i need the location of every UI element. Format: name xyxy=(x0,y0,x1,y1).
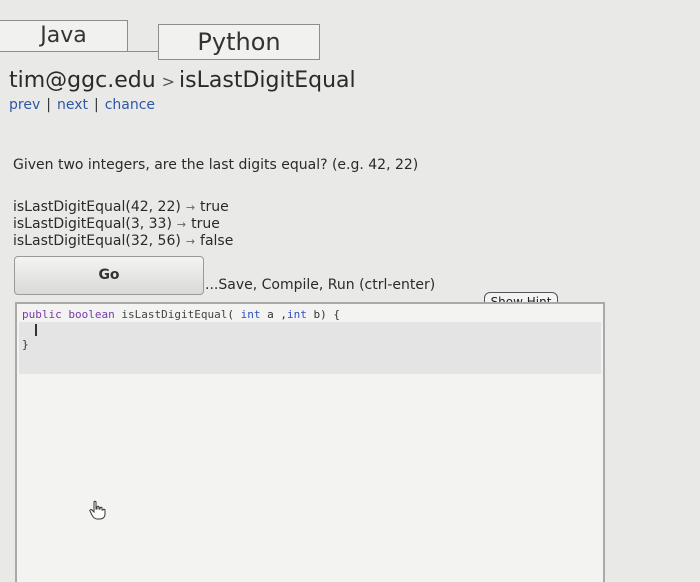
example-result: false xyxy=(200,233,234,249)
problem-description: Given two integers, are the last digits … xyxy=(13,157,419,173)
run-hint-text: ...Save, Compile, Run (ctrl-enter) xyxy=(205,277,436,293)
hand-pointer-icon xyxy=(89,500,106,520)
open-paren: ( xyxy=(227,308,234,321)
arrow-icon: → xyxy=(176,218,187,231)
tab-java[interactable]: Java xyxy=(0,20,128,52)
method-name: isLastDigitEqual xyxy=(121,308,228,321)
param-type-2: int xyxy=(286,308,307,321)
go-button[interactable]: Go xyxy=(14,256,204,295)
param-type-1: int xyxy=(240,308,261,321)
page-title: isLastDigitEqual xyxy=(179,68,356,93)
example-call: isLastDigitEqual(42, 22) xyxy=(13,199,181,215)
language-tabs: Java Python xyxy=(0,20,700,60)
keyword-public: public xyxy=(22,308,62,321)
tab-python[interactable]: Python xyxy=(158,24,320,60)
code-content: public boolean isLastDigitEqual( int a ,… xyxy=(22,307,340,352)
problem-nav: prev | next | chance xyxy=(9,97,155,113)
arrow-icon: → xyxy=(185,201,196,214)
tab-divider xyxy=(128,51,160,52)
example-item: isLastDigitEqual(3, 33) → true xyxy=(13,216,233,233)
chance-link[interactable]: chance xyxy=(105,97,155,113)
example-item: isLastDigitEqual(42, 22) → true xyxy=(13,199,233,216)
examples-list: isLastDigitEqual(42, 22) → true isLastDigi… xyxy=(13,199,233,250)
closing-brace: } xyxy=(22,338,29,351)
codingbat-page: Java Python tim@ggc.edu > isLastDigitEqual… xyxy=(0,0,700,582)
arrow-icon: → xyxy=(185,235,196,248)
breadcrumb-separator: > xyxy=(161,72,176,91)
breadcrumb-user: tim@ggc.edu xyxy=(9,68,156,93)
code-editor[interactable]: public boolean isLastDigitEqual( int a ,… xyxy=(15,302,605,582)
nav-divider: | xyxy=(46,97,51,113)
example-call: isLastDigitEqual(32, 56) xyxy=(13,233,181,249)
next-link[interactable]: next xyxy=(57,97,88,113)
example-result: true xyxy=(191,216,220,232)
prev-link[interactable]: prev xyxy=(9,97,40,113)
breadcrumb: tim@ggc.edu > isLastDigitEqual xyxy=(9,68,356,93)
example-item: isLastDigitEqual(32, 56) → false xyxy=(13,233,233,250)
example-call: isLastDigitEqual(3, 33) xyxy=(13,216,172,232)
nav-divider: | xyxy=(93,97,99,113)
example-result: true xyxy=(200,199,229,215)
param-comma: , xyxy=(280,308,287,321)
keyword-boolean: boolean xyxy=(68,308,115,321)
close-signature: ) { xyxy=(320,308,340,321)
param-name-1: a xyxy=(267,308,274,321)
